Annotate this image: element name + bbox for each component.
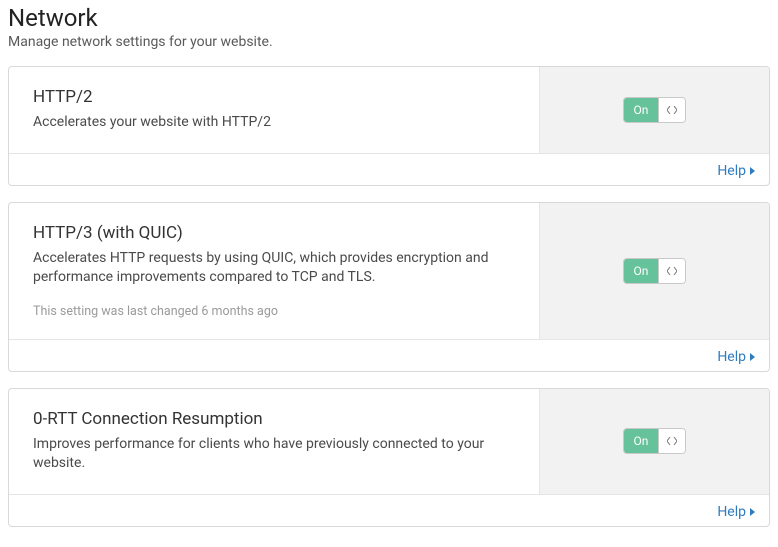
toggle-handle-icon bbox=[658, 259, 685, 283]
help-link[interactable]: Help bbox=[717, 163, 755, 179]
card-side: On bbox=[539, 67, 769, 153]
setting-description: Improves performance for clients who hav… bbox=[33, 435, 515, 474]
toggle-on-label: On bbox=[624, 429, 659, 453]
caret-right-icon bbox=[750, 353, 755, 361]
setting-description: Accelerates your website with HTTP/2 bbox=[33, 113, 515, 133]
card-body: HTTP/3 (with QUIC) Accelerates HTTP requ… bbox=[9, 203, 539, 339]
toggle-http2[interactable]: On bbox=[623, 97, 687, 123]
card-side: On bbox=[539, 203, 769, 339]
card-main: HTTP/3 (with QUIC) Accelerates HTTP requ… bbox=[9, 203, 769, 339]
card-body: 0-RTT Connection Resumption Improves per… bbox=[9, 389, 539, 494]
setting-card-http2: HTTP/2 Accelerates your website with HTT… bbox=[8, 66, 770, 186]
card-body: HTTP/2 Accelerates your website with HTT… bbox=[9, 67, 539, 153]
card-footer: Help bbox=[9, 153, 769, 185]
caret-right-icon bbox=[750, 167, 755, 175]
help-label: Help bbox=[717, 163, 746, 179]
help-link[interactable]: Help bbox=[717, 349, 755, 365]
toggle-0rtt[interactable]: On bbox=[623, 428, 687, 454]
help-label: Help bbox=[717, 349, 746, 365]
card-main: 0-RTT Connection Resumption Improves per… bbox=[9, 389, 769, 494]
caret-right-icon bbox=[750, 508, 755, 516]
toggle-http3[interactable]: On bbox=[623, 258, 687, 284]
toggle-handle-icon bbox=[658, 429, 685, 453]
page-subtitle: Manage network settings for your website… bbox=[8, 34, 770, 50]
card-footer: Help bbox=[9, 494, 769, 526]
setting-title: HTTP/2 bbox=[33, 87, 515, 107]
setting-card-http3: HTTP/3 (with QUIC) Accelerates HTTP requ… bbox=[8, 202, 770, 372]
setting-meta: This setting was last changed 6 months a… bbox=[33, 304, 515, 319]
toggle-on-label: On bbox=[624, 98, 659, 122]
toggle-handle-icon bbox=[658, 98, 685, 122]
setting-description: Accelerates HTTP requests by using QUIC,… bbox=[33, 249, 515, 288]
setting-title: HTTP/3 (with QUIC) bbox=[33, 223, 515, 243]
help-label: Help bbox=[717, 504, 746, 520]
card-side: On bbox=[539, 389, 769, 494]
page-title: Network bbox=[8, 4, 770, 32]
toggle-on-label: On bbox=[624, 259, 659, 283]
help-link[interactable]: Help bbox=[717, 504, 755, 520]
card-footer: Help bbox=[9, 339, 769, 371]
card-main: HTTP/2 Accelerates your website with HTT… bbox=[9, 67, 769, 153]
setting-card-0rtt: 0-RTT Connection Resumption Improves per… bbox=[8, 388, 770, 527]
setting-title: 0-RTT Connection Resumption bbox=[33, 409, 515, 429]
